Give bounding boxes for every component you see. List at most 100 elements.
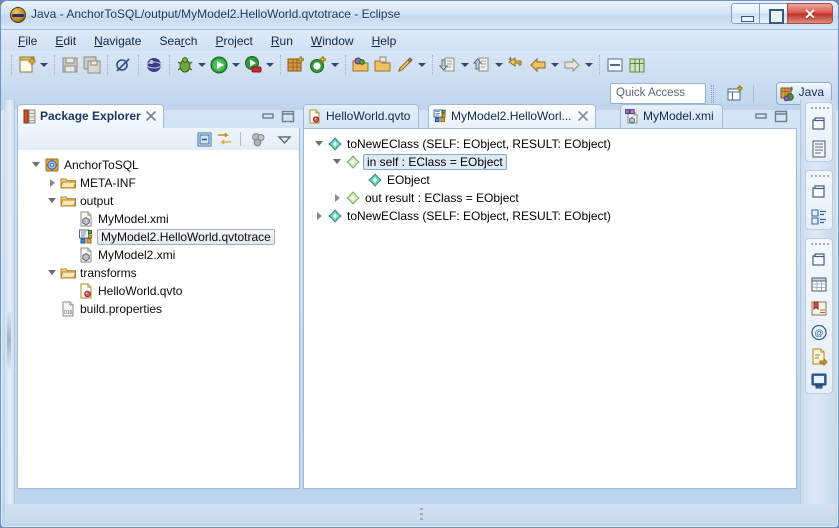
perspective-java-label: Java (798, 85, 824, 99)
toolbar-separator (432, 55, 433, 75)
package-explorer-minimize-button[interactable] (260, 109, 276, 124)
trace-tree-row[interactable]: toNewEClass (SELF: EObject, RESULT: EObj… (304, 135, 796, 153)
left-trim-bar[interactable] (5, 100, 15, 504)
maximize-button[interactable] (759, 3, 788, 24)
package-explorer-tree[interactable]: AnchorToSQL META-INF output MyModel.xmi … (17, 150, 300, 489)
open-task-icon[interactable] (372, 54, 394, 76)
expand-twisty-icon[interactable] (313, 207, 327, 225)
run-dropdown-icon[interactable] (230, 54, 242, 76)
skip-breakpoints-icon[interactable] (112, 54, 134, 76)
tree-row[interactable]: MyModel2.xmi (18, 246, 299, 264)
open-type-icon[interactable] (350, 54, 372, 76)
tree-row[interactable]: 010 build.properties (18, 300, 299, 318)
editor-tab-mymodel2-qvtotrace[interactable]: MyModel2.HelloWorl... (428, 104, 597, 128)
previous-annotation-icon[interactable] (471, 54, 493, 76)
tree-row[interactable]: transforms (18, 264, 299, 282)
tree-row[interactable]: output (18, 192, 299, 210)
editor-tab-helloworld-qvto[interactable]: HelloWorld.qvto (303, 104, 420, 128)
toolbar-separator (107, 55, 108, 75)
table-view-icon[interactable] (806, 273, 832, 297)
last-edit-location-icon[interactable] (505, 54, 527, 76)
menu-search[interactable]: Search (150, 32, 206, 50)
view-menu-icon[interactable] (276, 131, 293, 148)
open-perspective-grid-icon[interactable] (626, 54, 648, 76)
menu-run[interactable]: Run (262, 32, 302, 50)
menu-window[interactable]: Window (302, 32, 363, 50)
debug-icon[interactable] (174, 54, 196, 76)
close-icon[interactable] (144, 109, 158, 123)
outline-view-icon[interactable] (806, 137, 832, 161)
expand-twisty-icon[interactable] (30, 156, 44, 174)
next-annotation-dropdown-icon[interactable] (459, 54, 471, 76)
restore-view-icon[interactable] (604, 54, 626, 76)
tree-row[interactable]: META-INF (18, 174, 299, 192)
menu-project[interactable]: Project (206, 32, 261, 50)
expand-twisty-icon[interactable] (331, 153, 345, 171)
open-web-browser-icon[interactable] (143, 54, 165, 76)
properties-view-icon[interactable] (806, 205, 832, 229)
menu-navigate[interactable]: Navigate (85, 32, 150, 50)
tree-row-selected[interactable]: MyModel2.HelloWorld.qvtotrace (18, 228, 299, 246)
new-wizard-icon[interactable] (16, 54, 38, 76)
external-tools-dropdown-icon[interactable] (264, 54, 276, 76)
drag-grip[interactable] (806, 171, 832, 181)
expand-twisty-icon[interactable] (46, 264, 60, 282)
expand-twisty-icon[interactable] (46, 174, 60, 192)
internal-browser-icon[interactable]: @ (806, 321, 832, 345)
status-bar-grip[interactable] (419, 508, 423, 521)
new-java-class-dropdown-icon[interactable] (329, 54, 341, 76)
back-icon[interactable] (527, 54, 549, 76)
menu-edit[interactable]: Edit (46, 32, 85, 50)
close-button[interactable]: ✕ (787, 3, 833, 24)
collapse-all-icon[interactable] (196, 131, 213, 148)
new-java-package-icon[interactable] (285, 54, 307, 76)
trace-tree-row-selected[interactable]: in self : EClass = EObject (304, 153, 796, 171)
link-with-editor-icon[interactable] (216, 131, 233, 148)
trace-tree-row[interactable]: EObject (304, 171, 796, 189)
expand-twisty-icon[interactable] (313, 135, 327, 153)
save-icon[interactable] (59, 54, 81, 76)
forward-icon[interactable] (561, 54, 583, 76)
drag-grip[interactable] (806, 103, 832, 113)
previous-annotation-dropdown-icon[interactable] (493, 54, 505, 76)
trace-tree-row[interactable]: toNewEClass (SELF: EObject, RESULT: EObj… (304, 207, 796, 225)
package-explorer-tab-row: Package Explorer (17, 104, 300, 128)
back-dropdown-icon[interactable] (549, 54, 561, 76)
restore-icon[interactable] (806, 249, 832, 273)
package-explorer-maximize-button[interactable] (280, 109, 296, 124)
minimize-button[interactable] (731, 3, 760, 24)
editor-maximize-button[interactable] (773, 109, 789, 124)
next-annotation-icon[interactable] (437, 54, 459, 76)
search-dropdown-icon[interactable] (416, 54, 428, 76)
menu-file[interactable]: File (9, 32, 46, 50)
editor-minimize-button[interactable] (753, 109, 769, 124)
menu-help[interactable]: Help (363, 32, 406, 50)
tree-row[interactable]: AnchorToSQL (18, 156, 299, 174)
drag-grip[interactable] (806, 239, 832, 249)
new-java-class-icon[interactable] (307, 54, 329, 76)
forward-dropdown-icon[interactable] (583, 54, 595, 76)
expand-twisty-icon[interactable] (46, 192, 60, 210)
focus-on-active-task-icon[interactable] (250, 131, 267, 148)
restore-icon[interactable] (806, 181, 832, 205)
console-view-icon[interactable] (806, 369, 832, 393)
debug-dropdown-icon[interactable] (196, 54, 208, 76)
trace-tree-row[interactable]: out result : EClass = EObject (304, 189, 796, 207)
tab-package-explorer[interactable]: Package Explorer (17, 104, 164, 128)
search-icon[interactable] (394, 54, 416, 76)
restore-icon[interactable] (806, 113, 832, 137)
expand-twisty-icon[interactable] (331, 189, 345, 207)
qvto-trace-editor-tree[interactable]: toNewEClass (SELF: EObject, RESULT: EObj… (303, 128, 797, 489)
bookmarks-view-icon[interactable] (806, 297, 832, 321)
run-icon[interactable] (208, 54, 230, 76)
new-wizard-dropdown-icon[interactable] (38, 54, 50, 76)
tasks-view-icon[interactable] (806, 345, 832, 369)
editor-area: HelloWorld.qvto MyModel2.HelloWorl... My… (303, 104, 797, 489)
save-all-icon[interactable] (81, 54, 103, 76)
tree-row[interactable]: HelloWorld.qvto (18, 282, 299, 300)
external-tools-icon[interactable] (242, 54, 264, 76)
workbench-body: Package Explorer AnchorToSQL META-INF ou… (5, 100, 836, 504)
close-icon[interactable] (576, 109, 590, 123)
tree-row[interactable]: MyModel.xmi (18, 210, 299, 228)
editor-tab-mymodel-xmi[interactable]: MyModel.xmi (620, 104, 723, 128)
